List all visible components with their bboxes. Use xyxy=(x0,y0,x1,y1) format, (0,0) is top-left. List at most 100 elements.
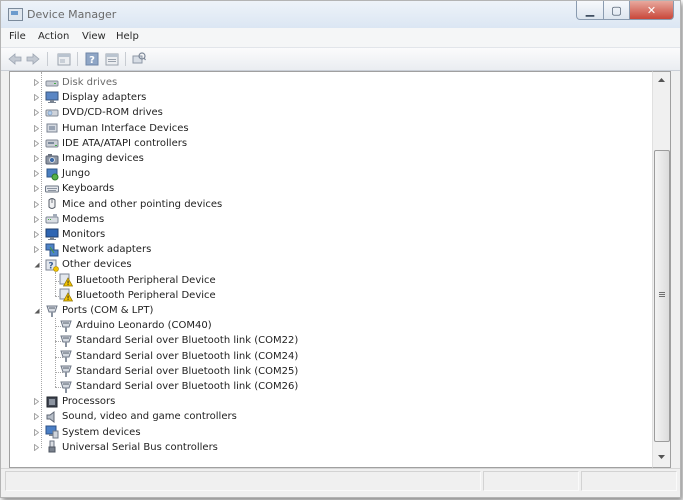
expand-arrow-icon[interactable] xyxy=(32,136,41,151)
menu-help[interactable]: Help xyxy=(116,31,139,42)
tree-item-label: Disk drives xyxy=(62,77,118,88)
collapse-arrow-icon[interactable] xyxy=(32,257,41,272)
dvd-drive-icon xyxy=(45,106,59,120)
help-icon[interactable]: ? xyxy=(84,51,100,67)
properties-icon[interactable] xyxy=(56,51,72,67)
port-icon xyxy=(59,319,73,333)
expand-arrow-icon[interactable] xyxy=(32,151,41,166)
expand-arrow-icon[interactable] xyxy=(32,90,41,105)
menu-view[interactable]: View xyxy=(82,31,106,42)
tree-item-label: Imaging devices xyxy=(62,153,144,164)
scrollbar-thumb[interactable] xyxy=(654,150,670,442)
expand-arrow-icon[interactable] xyxy=(32,181,41,196)
port-icon xyxy=(59,380,73,394)
tree-category[interactable]: Processors xyxy=(32,394,115,409)
tree-device[interactable]: Bluetooth Peripheral Device xyxy=(59,273,216,288)
tree-item-label: Mice and other pointing devices xyxy=(62,198,223,210)
port-icon xyxy=(59,349,73,363)
expand-arrow-icon[interactable] xyxy=(32,242,41,257)
tree-category[interactable]: Monitors xyxy=(32,227,105,242)
expand-arrow-icon[interactable] xyxy=(32,166,41,181)
forward-arrow-icon[interactable] xyxy=(25,51,41,67)
status-bar xyxy=(1,468,680,493)
window-title: Device Manager xyxy=(27,8,117,21)
expand-arrow-icon[interactable] xyxy=(32,440,41,455)
tree-connector-line xyxy=(55,318,56,387)
tree-category[interactable]: Network adapters xyxy=(32,242,151,257)
close-button[interactable]: ✕ xyxy=(630,1,674,20)
tree-category[interactable]: Human Interface Devices xyxy=(32,121,189,136)
tree-category[interactable]: IDE ATA/ATAPI controllers xyxy=(32,136,187,151)
expand-arrow-icon[interactable] xyxy=(32,394,41,409)
jungo-icon xyxy=(45,167,59,181)
tree-item-label: Standard Serial over Bluetooth link (COM… xyxy=(76,350,299,362)
tree-item-label: Other devices xyxy=(62,259,132,271)
expand-arrow-icon[interactable] xyxy=(32,227,41,242)
vertical-scrollbar[interactable] xyxy=(652,71,671,468)
tree-device[interactable]: Standard Serial over Bluetooth link (COM… xyxy=(59,364,298,379)
tree-device[interactable]: Standard Serial over Bluetooth link (COM… xyxy=(59,379,298,394)
expand-arrow-icon[interactable] xyxy=(32,212,41,227)
network-adapter-icon xyxy=(45,243,59,257)
toolbar-separator xyxy=(77,52,78,66)
tree-category[interactable]: DVD/CD-ROM drives xyxy=(32,105,163,120)
tree-category[interactable]: Jungo xyxy=(32,166,90,181)
menu-action[interactable]: Action xyxy=(38,31,69,42)
scroll-down-button[interactable] xyxy=(653,449,670,465)
tree-item-label: Universal Serial Bus controllers xyxy=(62,441,218,453)
maximize-button[interactable]: ▢ xyxy=(604,1,630,20)
expand-arrow-icon[interactable] xyxy=(32,409,41,424)
tree-item-label: Bluetooth Peripheral Device xyxy=(76,289,216,301)
tree-category[interactable]: Display adapters xyxy=(32,90,146,105)
tree-category[interactable]: Keyboards xyxy=(32,181,114,196)
minimize-button[interactable]: ▁ xyxy=(576,1,604,20)
scroll-up-button[interactable] xyxy=(653,72,670,88)
toolbar: ? xyxy=(1,48,680,71)
tree-device[interactable]: Standard Serial over Bluetooth link (COM… xyxy=(59,349,298,364)
tree-category[interactable]: Ports (COM & LPT) xyxy=(32,303,153,318)
status-pane-right xyxy=(581,471,677,491)
expand-arrow-icon[interactable] xyxy=(32,121,41,136)
tree-item-label: Keyboards xyxy=(62,183,115,195)
title-bar[interactable]: Device Manager ▁ ▢ ✕ xyxy=(1,1,680,29)
tree-category[interactable]: Universal Serial Bus controllers xyxy=(32,440,218,455)
expand-arrow-icon[interactable] xyxy=(32,75,41,90)
caption-buttons: ▁ ▢ ✕ xyxy=(576,1,674,20)
tree-device[interactable]: Arduino Leonardo (COM40) xyxy=(59,318,212,333)
warning-device-icon xyxy=(59,273,73,287)
tree-item-label: Modems xyxy=(62,213,105,225)
collapse-arrow-icon[interactable] xyxy=(32,303,41,318)
tree-device[interactable]: Bluetooth Peripheral Device xyxy=(59,288,216,303)
device-manager-icon xyxy=(8,8,23,21)
tree-category[interactable]: Mice and other pointing devices xyxy=(32,197,222,212)
monitor-icon xyxy=(45,228,59,242)
expand-arrow-icon[interactable] xyxy=(32,425,41,440)
tree-item-label: Processors xyxy=(62,396,116,408)
tree-category[interactable]: Sound, video and game controllers xyxy=(32,409,237,424)
back-arrow-icon[interactable] xyxy=(7,51,23,67)
tree-item-label: Display adapters xyxy=(62,92,147,104)
scan-hardware-icon[interactable] xyxy=(131,51,147,67)
tree-category[interactable]: ? Other devices xyxy=(32,257,132,272)
tree-item-label: Monitors xyxy=(62,229,106,240)
display-adapter-icon xyxy=(45,91,59,105)
tree-item-label: Jungo xyxy=(62,168,91,180)
system-devices-icon xyxy=(45,425,59,439)
tree-category[interactable]: System devices xyxy=(32,425,141,440)
tree-device[interactable]: Standard Serial over Bluetooth link (COM… xyxy=(59,333,298,348)
svg-text:?: ? xyxy=(48,261,53,271)
show-hidden-icon[interactable] xyxy=(104,51,120,67)
tree-category[interactable]: Modems xyxy=(32,212,104,227)
modem-icon xyxy=(45,212,59,226)
tree-connector-line xyxy=(55,272,56,296)
toolbar-separator xyxy=(47,52,48,66)
expand-arrow-icon[interactable] xyxy=(32,197,41,212)
menu-file[interactable]: File xyxy=(9,31,26,42)
device-tree[interactable]: Disk drives Display adapters DVD/CD-ROM dr… xyxy=(9,71,654,468)
processor-icon xyxy=(45,395,59,409)
tree-item-label: Human Interface Devices xyxy=(62,122,189,134)
port-icon xyxy=(59,334,73,348)
tree-category[interactable]: Imaging devices xyxy=(32,151,144,166)
expand-arrow-icon[interactable] xyxy=(32,105,41,120)
tree-category[interactable]: Disk drives xyxy=(32,75,117,90)
